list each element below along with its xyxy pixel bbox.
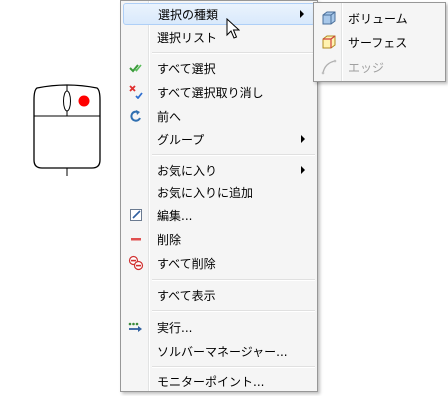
check-all-icon: [127, 59, 145, 77]
previous-icon: [127, 107, 145, 125]
menu-item-label: グループ: [157, 132, 205, 147]
run-icon: [127, 318, 145, 336]
menu-separator: [152, 52, 315, 54]
menu-item-favorites[interactable]: お気に入り: [123, 159, 315, 181]
menu-item-group[interactable]: グループ: [123, 128, 315, 150]
submenu-arrow-icon: [300, 10, 304, 18]
menu-item-label: 編集...: [157, 208, 193, 223]
menu-item-add-to-favorites[interactable]: お気に入りに追加: [123, 181, 315, 203]
submenu-item-edge: エッジ: [316, 56, 443, 78]
submenu-item-volume[interactable]: ボリューム: [316, 7, 443, 29]
menu-separator: [152, 366, 315, 368]
menu-separator: [152, 279, 315, 281]
menu-item-selection-type[interactable]: 選択の種類: [123, 3, 315, 25]
menu-item-label: 実行...: [157, 320, 193, 335]
menu-item-unselect-all[interactable]: すべて選択取り消し: [123, 81, 315, 103]
delete-icon: [127, 230, 145, 248]
menu-item-label: 削除: [157, 232, 182, 247]
menu-item-show-all[interactable]: すべて表示: [123, 284, 315, 306]
menu-separator: [152, 310, 315, 312]
menu-item-label: モニターポイント...: [157, 374, 265, 389]
menu-item-edit[interactable]: 編集...: [123, 204, 315, 226]
menu-item-label: すべて削除: [157, 256, 216, 271]
menu-item-label: ソルバーマネージャー...: [157, 344, 288, 359]
menu-item-label: 前へ: [157, 109, 182, 124]
submenu-item-label: サーフェス: [348, 35, 408, 50]
mouse-right-click-icon: [33, 84, 101, 176]
menu-item-select-all[interactable]: すべて選択: [123, 57, 315, 79]
menu-item-label: すべて選択取り消し: [157, 85, 264, 100]
menu-item-label: 選択リスト: [157, 30, 218, 45]
submenu-arrow-icon: [301, 135, 305, 143]
submenu-arrow-icon: [301, 166, 305, 174]
delete-all-icon: [127, 254, 145, 272]
submenu-item-label: エッジ: [348, 60, 385, 75]
volume-cube-icon: [320, 9, 338, 27]
menu-item-solver-manager[interactable]: ソルバーマネージャー...: [123, 340, 315, 362]
menu-item-label: すべて表示: [157, 288, 216, 303]
menu-item-run[interactable]: 実行...: [123, 316, 315, 338]
menu-item-delete[interactable]: 削除: [123, 228, 315, 250]
submenu-item-surface[interactable]: サーフェス: [316, 31, 443, 53]
context-menu: 選択の種類 選択リスト すべて選択 すべて選択取り消し 前へ グループ お気に入…: [120, 0, 318, 392]
submenu-item-label: ボリューム: [348, 11, 408, 26]
menu-separator: [152, 154, 315, 156]
menu-item-delete-all[interactable]: すべて削除: [123, 252, 315, 274]
menu-item-label: すべて選択: [157, 61, 216, 76]
menu-item-previous[interactable]: 前へ: [123, 105, 315, 127]
edit-icon: [127, 206, 145, 224]
menu-item-label: 選択の種類: [158, 7, 219, 22]
unselect-all-icon: [127, 83, 145, 101]
menu-item-monitor-points[interactable]: モニターポイント...: [123, 370, 315, 392]
selection-type-submenu: ボリューム サーフェス エッジ: [313, 2, 446, 82]
menu-item-selection-list[interactable]: 選択リスト: [123, 26, 315, 48]
mouse-pointer-icon: [226, 18, 240, 39]
edge-curve-icon: [320, 58, 338, 76]
surface-cube-icon: [320, 33, 338, 51]
menu-item-label: お気に入りに追加: [157, 185, 254, 200]
menu-item-label: お気に入り: [157, 163, 218, 178]
